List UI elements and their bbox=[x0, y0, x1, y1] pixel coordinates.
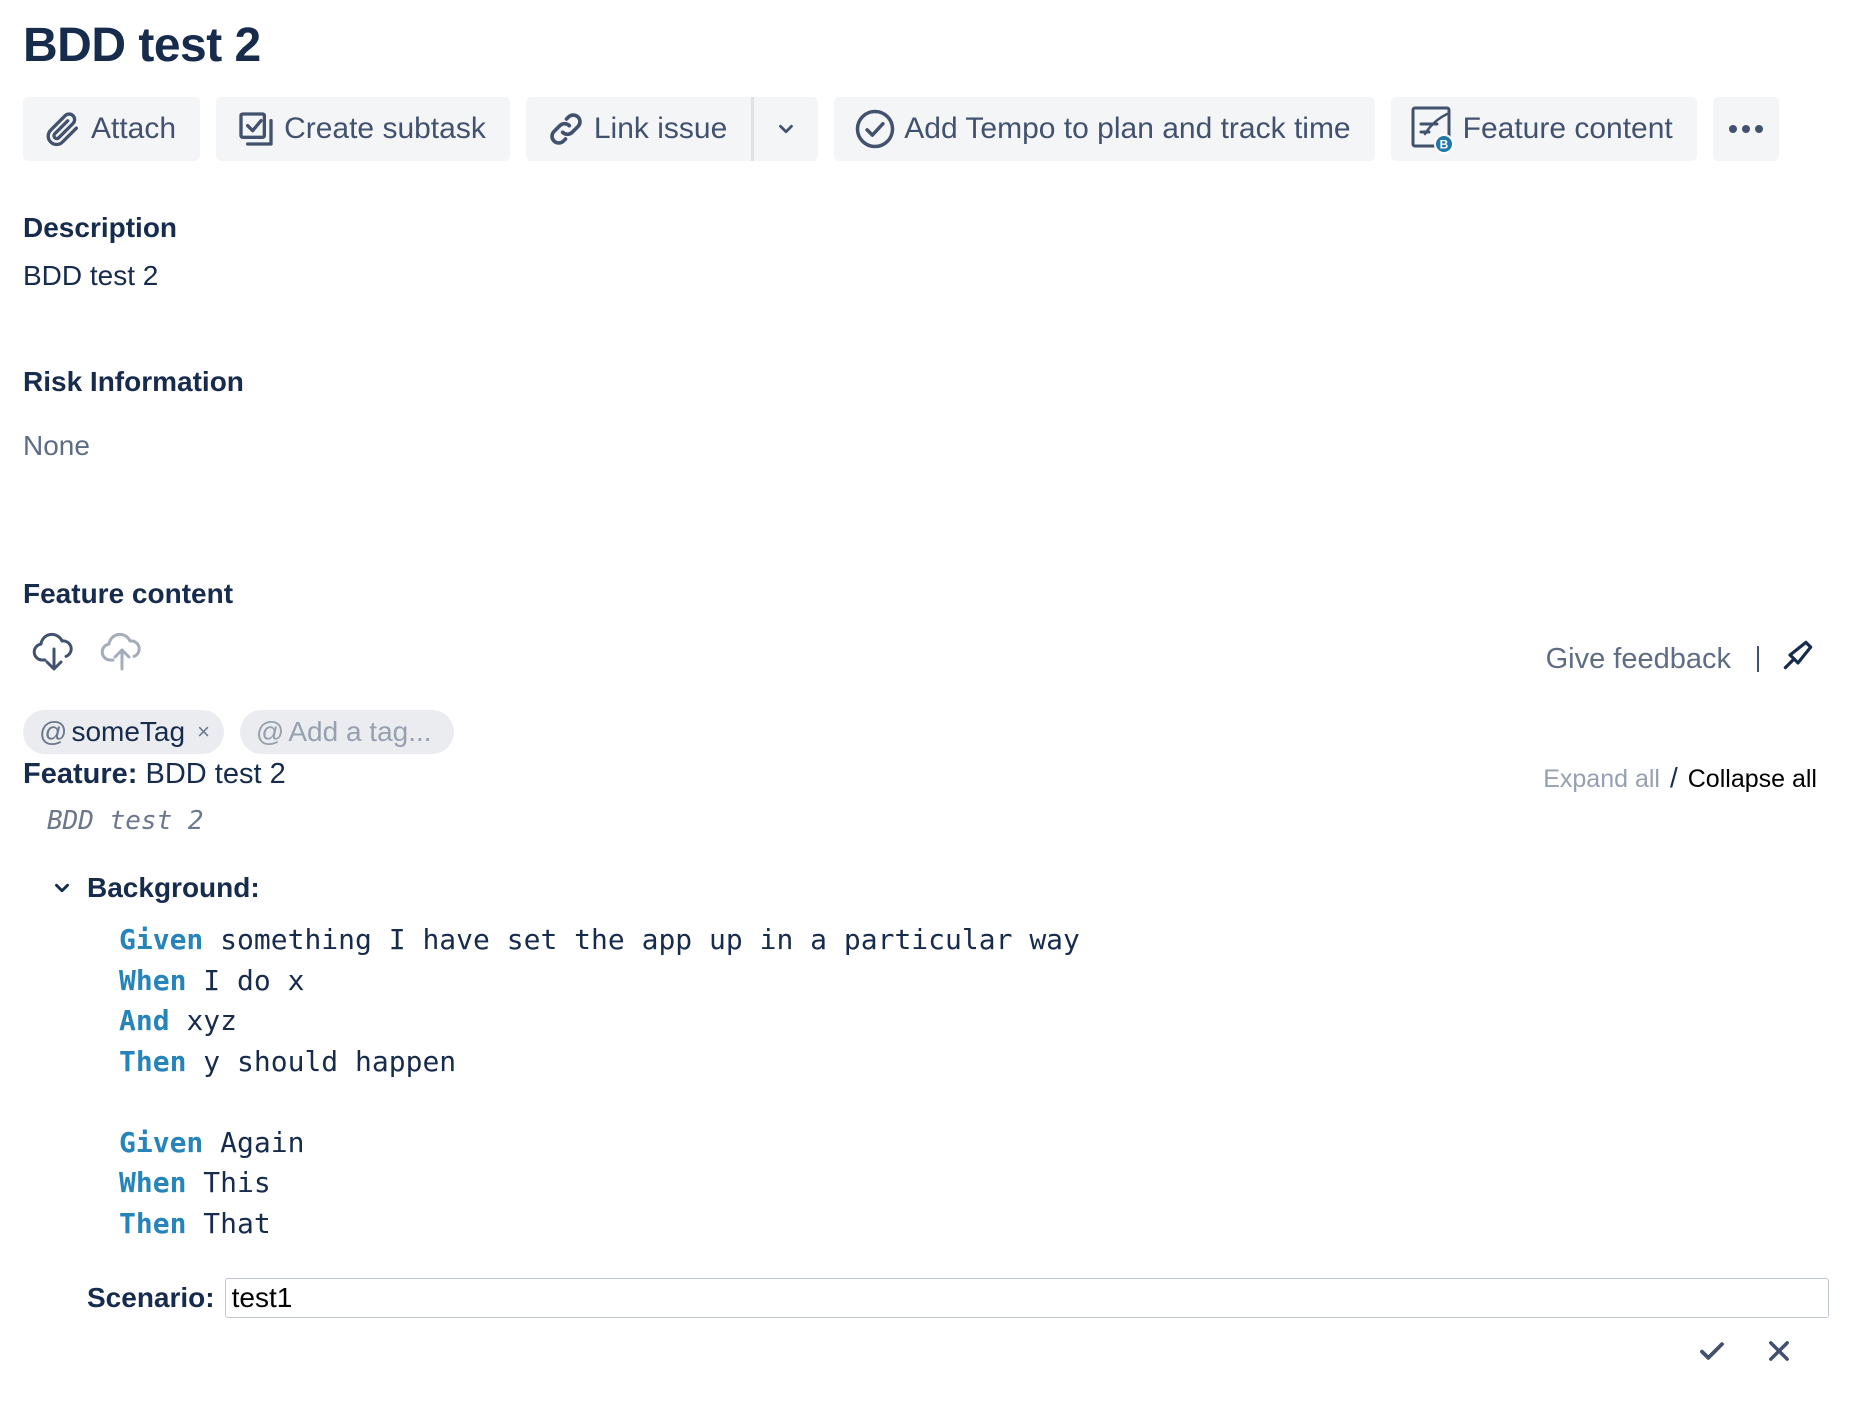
svg-text:B: B bbox=[1439, 138, 1448, 152]
cloud-download-icon[interactable] bbox=[31, 632, 77, 677]
step-line: Then That bbox=[119, 1204, 1080, 1245]
scenario-edit-actions bbox=[1697, 1336, 1793, 1366]
risk-value[interactable]: None bbox=[23, 430, 90, 462]
more-icon bbox=[1726, 123, 1766, 135]
close-icon[interactable] bbox=[1765, 1337, 1793, 1365]
step-keyword: Then bbox=[119, 1206, 187, 1240]
feature-label: Feature: bbox=[23, 758, 138, 790]
step-keyword: When bbox=[119, 963, 187, 997]
step-keyword: Given bbox=[119, 1125, 204, 1159]
give-feedback: Give feedback bbox=[1546, 636, 1817, 682]
paperclip-icon bbox=[43, 109, 83, 149]
step-line: Given something I have set the app up in… bbox=[119, 920, 1080, 961]
step-text: This bbox=[203, 1166, 271, 1199]
tag-list: @ someTag × @ Add a tag... bbox=[23, 710, 454, 754]
scenario-name-input[interactable] bbox=[224, 1278, 1829, 1318]
link-issue-dropdown-button[interactable] bbox=[754, 97, 818, 161]
feature-title: Feature: BDD test 2 bbox=[23, 758, 286, 791]
step-keyword: Given bbox=[119, 923, 204, 956]
step-line: And xyz bbox=[119, 1001, 1080, 1042]
scenario-editor: Scenario: bbox=[87, 1278, 1829, 1318]
collapse-all-link[interactable]: Collapse all bbox=[1688, 765, 1817, 793]
step-line: Then y should happen bbox=[119, 1042, 1080, 1083]
step-text: something I have set the app up in a par… bbox=[220, 923, 1080, 956]
tag-chip[interactable]: @ someTag × bbox=[23, 710, 224, 754]
give-feedback-link[interactable]: Give feedback bbox=[1546, 643, 1731, 676]
expand-collapse-controls: Expand all / Collapse all bbox=[1543, 762, 1817, 794]
page-title: BDD test 2 bbox=[23, 19, 261, 72]
tempo-label: Add Tempo to plan and track time bbox=[904, 112, 1351, 145]
tag-prefix: @ bbox=[255, 716, 285, 747]
step-keyword: Then bbox=[119, 1044, 187, 1078]
background-label: Background: bbox=[87, 872, 260, 903]
feature-doc-icon: B bbox=[1411, 104, 1459, 154]
link-icon bbox=[546, 109, 586, 149]
import-export-controls bbox=[31, 632, 145, 677]
chevron-down-icon bbox=[775, 118, 797, 140]
create-subtask-label: Create subtask bbox=[284, 112, 486, 145]
step-text: xyz bbox=[186, 1004, 238, 1037]
expand-all-link[interactable]: Expand all bbox=[1543, 765, 1660, 793]
attach-label: Attach bbox=[91, 112, 177, 145]
feature-content-button[interactable]: B Feature content bbox=[1390, 97, 1697, 161]
tag-name: someTag bbox=[71, 716, 186, 747]
step-spacer bbox=[119, 1082, 1080, 1123]
description-value[interactable]: BDD test 2 bbox=[23, 260, 158, 292]
step-keyword: And bbox=[119, 1004, 170, 1037]
cloud-upload-icon[interactable] bbox=[99, 632, 145, 677]
background-steps: Given something I have set the app up in… bbox=[119, 920, 1080, 1244]
create-subtask-button[interactable]: Create subtask bbox=[216, 97, 510, 161]
issue-toolbar: Attach Create subtask Link issue Add Tem… bbox=[23, 97, 1779, 161]
remove-tag-button[interactable]: × bbox=[197, 719, 210, 745]
background-header[interactable]: Background: bbox=[51, 872, 260, 904]
add-tag-input[interactable]: @ Add a tag... bbox=[239, 710, 454, 754]
description-heading: Description bbox=[23, 212, 178, 243]
step-line: Given Again bbox=[119, 1123, 1080, 1164]
step-line: When This bbox=[119, 1163, 1080, 1204]
feature-description[interactable]: BDD test 2 bbox=[47, 806, 204, 836]
megaphone-icon[interactable] bbox=[1779, 636, 1817, 682]
tag-prefix: @ bbox=[39, 716, 68, 747]
step-line: When I do x bbox=[119, 961, 1080, 1002]
check-icon[interactable] bbox=[1697, 1336, 1727, 1366]
more-actions-button[interactable] bbox=[1712, 97, 1779, 161]
link-issue-button[interactable]: Link issue bbox=[526, 97, 751, 161]
expand-collapse-separator: / bbox=[1669, 762, 1678, 793]
feedback-divider bbox=[1757, 646, 1759, 672]
risk-heading: Risk Information bbox=[23, 366, 244, 397]
add-tag-placeholder: Add a tag... bbox=[288, 716, 432, 747]
issue-view: BDD test 2 Attach Create subtask Link is… bbox=[23, 0, 1841, 1418]
tempo-button[interactable]: Add Tempo to plan and track time bbox=[834, 97, 1375, 161]
step-text: Again bbox=[220, 1125, 305, 1159]
chevron-down-icon[interactable] bbox=[51, 877, 73, 899]
check-circle-icon bbox=[854, 108, 896, 150]
feature-content-label: Feature content bbox=[1462, 112, 1673, 145]
step-text: y should happen bbox=[203, 1044, 457, 1078]
link-issue-group: Link issue bbox=[525, 97, 819, 161]
subtask-icon bbox=[236, 109, 276, 149]
step-text: That bbox=[203, 1206, 271, 1240]
feature-name[interactable]: BDD test 2 bbox=[145, 758, 285, 790]
attach-button[interactable]: Attach bbox=[23, 97, 201, 161]
step-keyword: When bbox=[119, 1166, 187, 1199]
feature-content-heading: Feature content bbox=[23, 578, 234, 609]
scenario-label: Scenario: bbox=[87, 1282, 215, 1313]
step-text: I do x bbox=[203, 963, 305, 997]
link-issue-label: Link issue bbox=[593, 112, 728, 145]
